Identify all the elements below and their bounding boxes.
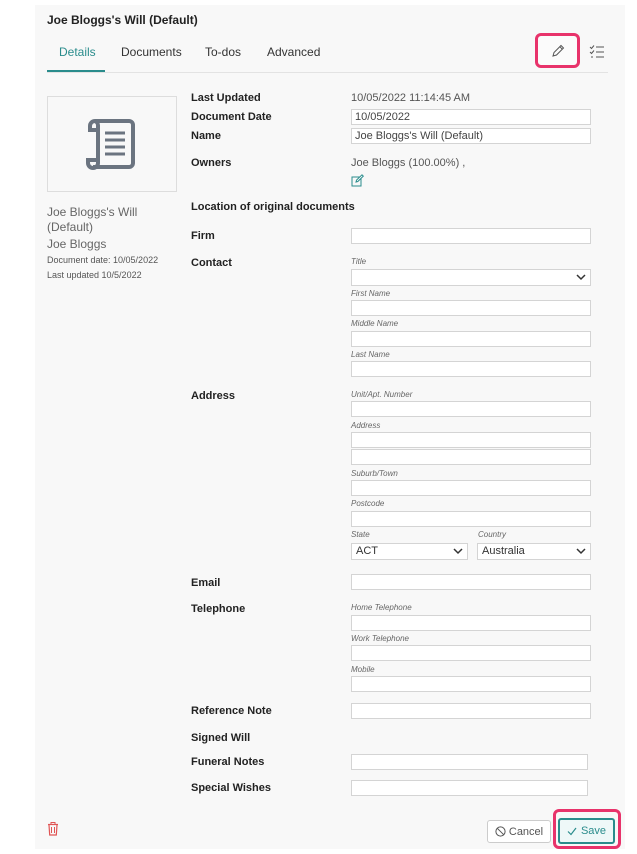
contact-middle-name-input[interactable] xyxy=(351,331,591,347)
unit-number-input[interactable] xyxy=(351,401,591,417)
email-label: Email xyxy=(191,577,221,589)
chevron-down-icon xyxy=(576,548,586,555)
contact-last-name-label: Last Name xyxy=(351,350,390,359)
tab-advanced[interactable]: Advanced xyxy=(267,45,320,59)
page-title: Joe Bloggs's Will (Default) xyxy=(47,13,198,27)
address-line-1-input[interactable] xyxy=(351,432,591,448)
chevron-down-icon xyxy=(453,548,463,555)
telephone-label: Telephone xyxy=(191,603,246,615)
signed-will-label: Signed Will xyxy=(191,732,251,744)
cancel-label: Cancel xyxy=(508,825,544,838)
scroll-document-icon xyxy=(86,119,135,171)
document-date-input[interactable]: 10/05/2022 xyxy=(351,109,591,125)
location-heading: Location of original documents xyxy=(191,201,355,213)
pencil-icon xyxy=(551,44,564,57)
mobile-input[interactable] xyxy=(351,676,591,692)
unit-number-label: Unit/Apt. Number xyxy=(351,390,413,399)
owners-label: Owners xyxy=(191,157,232,169)
cancel-icon xyxy=(495,826,506,837)
contact-last-name-input[interactable] xyxy=(351,361,591,377)
contact-title-select[interactable] xyxy=(351,269,591,286)
last-updated-label: Last Updated xyxy=(191,92,261,104)
tab-details[interactable]: Details xyxy=(59,45,96,59)
contact-label: Contact xyxy=(191,257,232,269)
owners-value: Joe Bloggs (100.00%) , xyxy=(351,157,466,169)
tabs-divider xyxy=(47,72,608,73)
mobile-label: Mobile xyxy=(351,665,375,674)
sidebar-owner: Joe Bloggs xyxy=(47,237,107,251)
address-label: Address xyxy=(191,390,236,402)
name-label: Name xyxy=(191,130,221,142)
country-select[interactable]: Australia xyxy=(477,543,591,560)
name-input[interactable]: Joe Bloggs's Will (Default) xyxy=(351,128,591,144)
postcode-input[interactable] xyxy=(351,511,591,527)
save-label: Save xyxy=(580,825,607,837)
sidebar-doc-title: Joe Bloggs's Will (Default) xyxy=(47,205,138,234)
contact-title-label: Title xyxy=(351,257,367,266)
document-date-label: Document Date xyxy=(191,111,272,123)
home-telephone-label: Home Telephone xyxy=(351,603,412,612)
state-label: State xyxy=(351,530,370,539)
country-select-value: Australia xyxy=(482,545,525,557)
funeral-notes-label: Funeral Notes xyxy=(191,756,265,768)
check-icon xyxy=(567,827,577,835)
suburb-label: Suburb/Town xyxy=(351,469,398,478)
last-updated-value: 10/05/2022 11:14:45 AM xyxy=(351,92,471,104)
tab-documents[interactable]: Documents xyxy=(121,45,182,59)
work-telephone-input[interactable] xyxy=(351,645,591,661)
address-line-label: Address xyxy=(351,421,381,430)
work-telephone-label: Work Telephone xyxy=(351,634,409,643)
cancel-button[interactable]: Cancel xyxy=(487,820,551,843)
save-button[interactable]: Save xyxy=(558,818,615,844)
postcode-label: Postcode xyxy=(351,499,385,508)
email-input[interactable] xyxy=(351,574,591,590)
firm-input[interactable] xyxy=(351,228,591,244)
sidebar-last-updated: Last updated 10/5/2022 xyxy=(47,270,142,280)
country-label: Country xyxy=(478,530,507,539)
tab-to-dos[interactable]: To-dos xyxy=(205,45,241,59)
chevron-down-icon xyxy=(576,274,586,281)
reference-note-label: Reference Note xyxy=(191,705,272,717)
contact-first-name-label: First Name xyxy=(351,289,391,298)
contact-middle-name-label: Middle Name xyxy=(351,319,399,328)
contact-first-name-input[interactable] xyxy=(351,300,591,316)
special-wishes-label: Special Wishes xyxy=(191,782,271,794)
reference-note-input[interactable] xyxy=(351,703,591,719)
special-wishes-input[interactable] xyxy=(351,780,588,796)
edit-button[interactable] xyxy=(535,33,580,68)
checklist-icon[interactable] xyxy=(589,44,605,60)
funeral-notes-input[interactable] xyxy=(351,754,588,770)
trash-icon[interactable] xyxy=(47,822,59,836)
document-thumbnail xyxy=(47,96,177,192)
sidebar-document-date: Document date: 10/05/2022 xyxy=(47,255,159,265)
firm-label: Firm xyxy=(191,230,215,242)
address-line-2-input[interactable] xyxy=(351,449,591,465)
edit-icon[interactable] xyxy=(351,174,364,187)
home-telephone-input[interactable] xyxy=(351,615,591,631)
suburb-input[interactable] xyxy=(351,480,591,496)
state-select[interactable]: ACT xyxy=(351,543,468,560)
state-select-value: ACT xyxy=(356,545,378,557)
